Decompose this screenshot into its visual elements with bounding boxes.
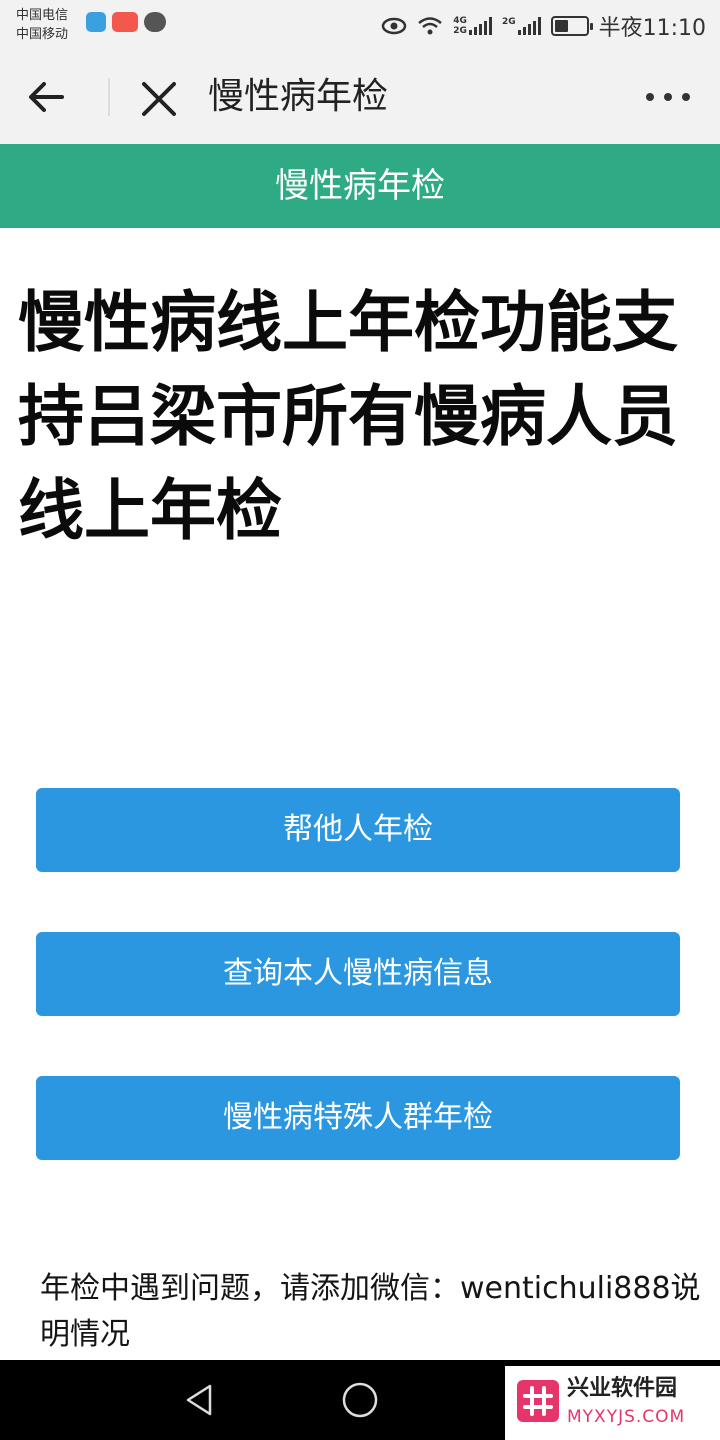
- watermark-logo-icon: [517, 1380, 559, 1422]
- battery-icon: [550, 16, 593, 36]
- query-my-chronic-disease-info-button[interactable]: 查询本人慢性病信息: [36, 932, 680, 1016]
- help-others-annual-check-button[interactable]: 帮他人年检: [36, 788, 680, 872]
- back-arrow-icon[interactable]: [22, 72, 72, 122]
- carrier-info: 中国电信 中国移动: [16, 6, 68, 44]
- header-banner: 慢性病年检: [0, 144, 720, 228]
- signal-2: 2G: [502, 17, 541, 35]
- help-note: 年检中遇到问题，请添加微信：wentichuli888说明情况: [40, 1271, 701, 1352]
- watermark-title: 兴业软件园: [567, 1376, 678, 1401]
- signal-1: 4G 2G: [453, 16, 492, 36]
- carrier-1: 中国电信: [16, 8, 69, 23]
- page-title: 慢性病年检: [208, 76, 389, 117]
- headline: 慢性病线上年检功能支持吕梁市所有慢病人员线上年检: [18, 284, 678, 549]
- clock: 半夜11:10: [598, 16, 706, 41]
- app-notification-icon: [112, 12, 138, 32]
- eye-icon: [382, 17, 407, 35]
- net-type-2: 2G: [501, 17, 516, 27]
- wifi-icon: [418, 17, 443, 35]
- system-home-icon[interactable]: [340, 1380, 380, 1420]
- net-type-1-bottom: 2G: [453, 26, 467, 36]
- net-type-1-top: 4G: [453, 16, 467, 26]
- signal-bars-1-icon: [468, 17, 492, 35]
- close-icon[interactable]: [134, 76, 184, 122]
- status-bar: 中国电信 中国移动 4G 2G 2G 半夜11:10: [0, 0, 720, 50]
- carrier-2: 中国移动: [16, 27, 69, 42]
- more-icon[interactable]: [646, 86, 690, 108]
- notification-icons: [86, 12, 166, 32]
- system-back-icon[interactable]: [180, 1380, 220, 1420]
- chat-bubble-icon: [144, 12, 166, 32]
- shield-icon: [86, 12, 106, 32]
- nav-divider: [108, 78, 110, 116]
- watermark: 兴业软件园 MYXYJS.COM: [505, 1366, 720, 1440]
- nav-bar: 慢性病年检: [0, 50, 720, 144]
- signal-bars-2-icon: [517, 17, 541, 35]
- special-group-annual-check-button[interactable]: 慢性病特殊人群年检: [36, 1076, 680, 1160]
- battery-fill: [554, 20, 569, 32]
- status-indicators: 4G 2G 2G 半夜11:10: [381, 10, 706, 42]
- banner-title: 慢性病年检: [275, 166, 445, 206]
- watermark-subtitle: MYXYJS.COM: [567, 1407, 686, 1427]
